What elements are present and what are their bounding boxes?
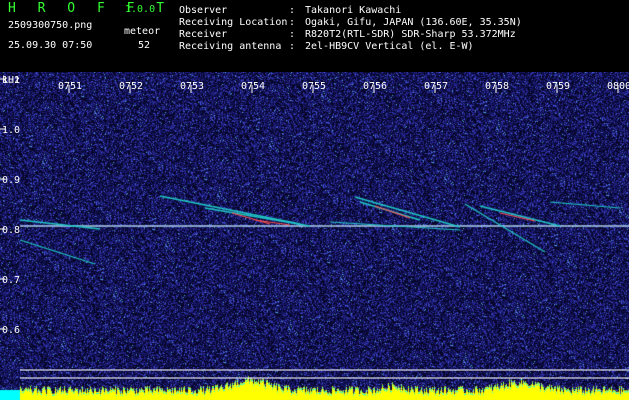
image-filename: 2509300750.png bbox=[8, 20, 93, 31]
spectrogram-canvas bbox=[0, 72, 629, 400]
observer-label: Observer bbox=[179, 5, 228, 16]
observer-value: Takanori Kawachi bbox=[305, 5, 402, 16]
antenna-value: 2el-HB9CV Vertical (el. E-W) bbox=[305, 41, 474, 52]
receiver-value: R820T2(RTL-SDR) SDR-Sharp 53.372MHz bbox=[305, 29, 516, 40]
hrofft-window: H R O F F T 1.0.0 2509300750.png meteor … bbox=[0, 0, 629, 400]
location-sep: : bbox=[289, 17, 296, 28]
info-header: H R O F F T 1.0.0 2509300750.png meteor … bbox=[0, 0, 629, 72]
observer-sep: : bbox=[289, 5, 296, 16]
app-version: 1.0.0 bbox=[125, 4, 156, 15]
receiver-sep: : bbox=[289, 29, 296, 40]
antenna-label: Receiving antenna bbox=[179, 41, 282, 52]
antenna-sep: : bbox=[289, 41, 296, 52]
receiver-label: Receiver bbox=[179, 29, 228, 40]
meteor-count: 52 bbox=[138, 40, 151, 51]
meteor-label: meteor bbox=[124, 26, 161, 37]
location-value: Ogaki, Gifu, JAPAN (136.60E, 35.35N) bbox=[305, 17, 522, 28]
location-label: Receiving Location bbox=[179, 17, 288, 28]
capture-datetime: 25.09.30 07:50 bbox=[8, 40, 93, 51]
